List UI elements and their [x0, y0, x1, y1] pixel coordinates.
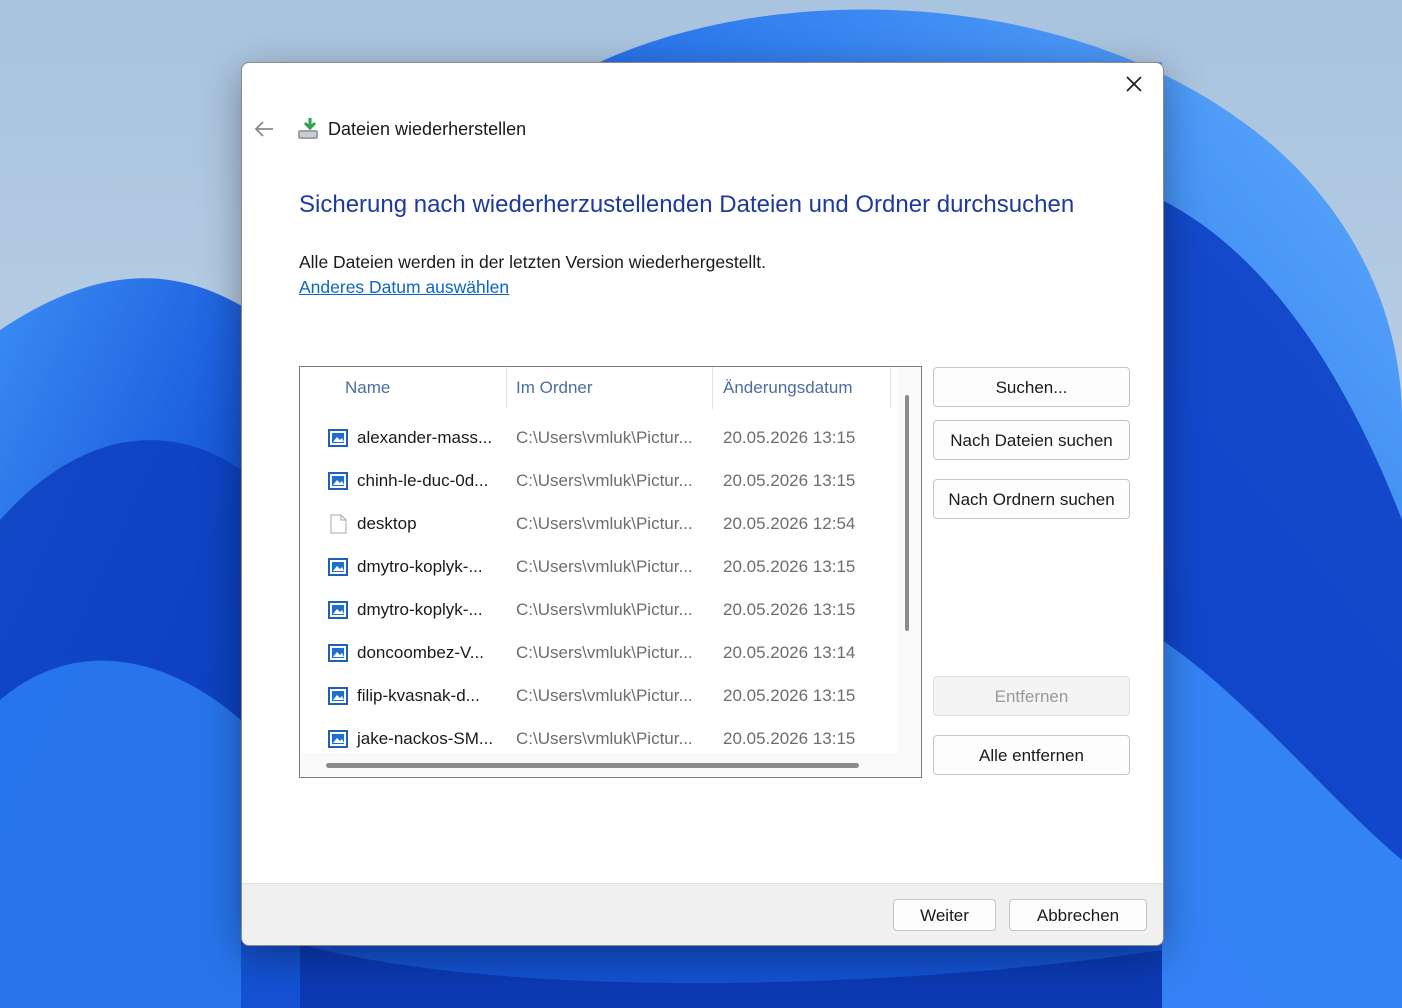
column-header-folder[interactable]: Im Ordner — [516, 367, 593, 409]
column-header-date[interactable]: Änderungsdatum — [723, 367, 852, 409]
horizontal-scrollbar[interactable] — [300, 753, 897, 777]
close-icon — [1126, 76, 1142, 92]
file-date: 20.05.2026 13:14 — [723, 643, 856, 662]
image-file-icon — [328, 644, 348, 662]
vertical-scrollbar-thumb[interactable] — [905, 395, 909, 631]
file-folder: C:\Users\vmluk\Pictur... — [516, 557, 693, 576]
file-name: dmytro-koplyk-... — [357, 600, 483, 619]
search-folders-button[interactable]: Nach Ordnern suchen — [933, 479, 1130, 519]
list-item[interactable]: desktop C:\Users\vmluk\Pictur... 20.05.2… — [300, 502, 894, 545]
file-date: 20.05.2026 12:54 — [723, 514, 856, 533]
list-item[interactable]: chinh-le-duc-0d... C:\Users\vmluk\Pictur… — [300, 459, 894, 502]
vertical-scrollbar[interactable] — [897, 367, 921, 777]
info-text: Alle Dateien werden in der letzten Versi… — [299, 252, 766, 272]
file-folder: C:\Users\vmluk\Pictur... — [516, 428, 693, 447]
file-date: 20.05.2026 13:15 — [723, 471, 856, 490]
restore-drive-icon — [298, 118, 318, 139]
file-name: filip-kvasnak-d... — [357, 686, 480, 705]
file-date: 20.05.2026 13:15 — [723, 557, 856, 576]
column-divider[interactable] — [890, 367, 891, 409]
image-file-icon — [328, 472, 348, 490]
file-date: 20.05.2026 13:15 — [723, 686, 856, 705]
column-divider[interactable] — [506, 367, 507, 409]
file-date: 20.05.2026 13:15 — [723, 428, 856, 447]
arrow-left-icon — [254, 121, 273, 137]
file-folder: C:\Users\vmluk\Pictur... — [516, 729, 693, 748]
list-item[interactable]: dmytro-koplyk-... C:\Users\vmluk\Pictur.… — [300, 588, 894, 631]
image-file-icon — [328, 687, 348, 705]
file-folder: C:\Users\vmluk\Pictur... — [516, 471, 693, 490]
dialog-footer: Weiter Abbrechen — [242, 883, 1163, 945]
file-name: dmytro-koplyk-... — [357, 557, 483, 576]
list-item[interactable]: filip-kvasnak-d... C:\Users\vmluk\Pictur… — [300, 674, 894, 717]
search-button[interactable]: Suchen... — [933, 367, 1130, 407]
file-name: alexander-mass... — [357, 428, 493, 447]
close-button[interactable] — [1111, 65, 1157, 103]
blank-file-icon — [330, 514, 347, 534]
list-item[interactable]: doncoombez-V... C:\Users\vmluk\Pictur...… — [300, 631, 894, 674]
remove-button[interactable]: Entfernen — [933, 676, 1130, 716]
file-name: doncoombez-V... — [357, 643, 484, 662]
page-heading: Sicherung nach wiederherzustellenden Dat… — [299, 191, 1075, 218]
back-button[interactable] — [250, 115, 278, 143]
image-file-icon — [328, 429, 348, 447]
image-file-icon — [328, 730, 348, 748]
next-button[interactable]: Weiter — [893, 899, 996, 931]
file-name: chinh-le-duc-0d... — [357, 471, 489, 490]
file-folder: C:\Users\vmluk\Pictur... — [516, 686, 693, 705]
image-file-icon — [328, 558, 348, 576]
file-folder: C:\Users\vmluk\Pictur... — [516, 514, 693, 533]
file-name: jake-nackos-SM... — [357, 729, 494, 748]
file-date: 20.05.2026 13:15 — [723, 729, 856, 748]
window-title: Dateien wiederherstellen — [328, 119, 527, 139]
search-files-button[interactable]: Nach Dateien suchen — [933, 420, 1130, 460]
image-file-icon — [328, 601, 348, 619]
file-folder: C:\Users\vmluk\Pictur... — [516, 600, 693, 619]
choose-date-link[interactable]: Anderes Datum auswählen — [299, 277, 509, 298]
file-name: desktop — [357, 514, 417, 533]
horizontal-scrollbar-thumb[interactable] — [326, 763, 859, 768]
restore-files-dialog: Dateien wiederherstellen Sicherung nach … — [241, 62, 1164, 946]
column-divider[interactable] — [712, 367, 713, 409]
file-date: 20.05.2026 13:15 — [723, 600, 856, 619]
list-item[interactable]: alexander-mass... C:\Users\vmluk\Pictur.… — [300, 416, 894, 459]
list-header: Name Im Ordner Änderungsdatum — [300, 367, 894, 409]
list-item[interactable]: dmytro-koplyk-... C:\Users\vmluk\Pictur.… — [300, 545, 894, 588]
remove-all-button[interactable]: Alle entfernen — [933, 735, 1130, 775]
file-list[interactable]: Name Im Ordner Änderungsdatum alexander-… — [299, 366, 922, 778]
file-folder: C:\Users\vmluk\Pictur... — [516, 643, 693, 662]
column-header-name[interactable]: Name — [345, 367, 390, 409]
cancel-button[interactable]: Abbrechen — [1009, 899, 1147, 931]
